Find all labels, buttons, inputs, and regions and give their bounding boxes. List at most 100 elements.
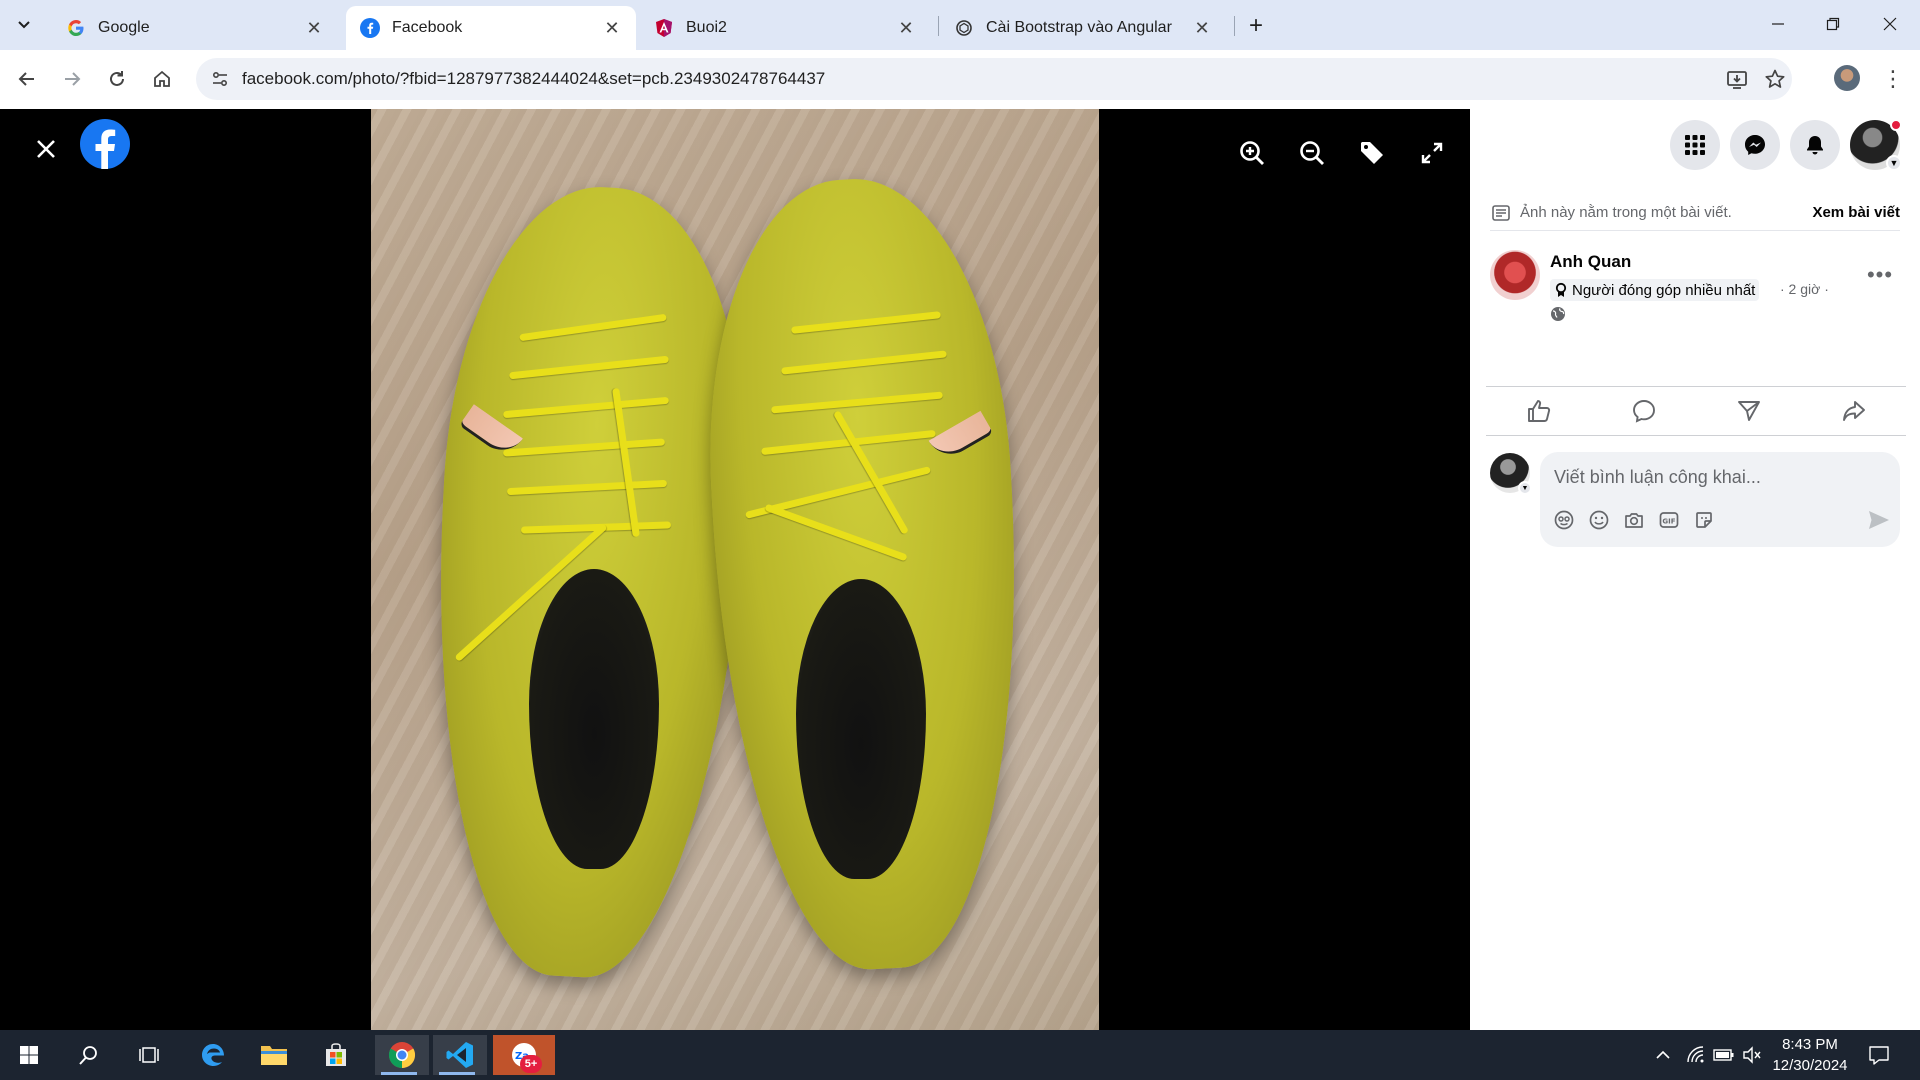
minimize-button[interactable] — [1758, 8, 1798, 40]
taskbar-vscode[interactable] — [433, 1035, 487, 1075]
network-icon[interactable] — [1685, 1044, 1707, 1066]
forward-button[interactable] — [55, 62, 89, 96]
comment-button[interactable] — [1591, 387, 1696, 435]
chevron-down-icon[interactable]: ▼ — [1518, 481, 1532, 495]
shoe-opening-left — [529, 569, 659, 869]
minimize-icon — [1772, 23, 1784, 25]
tab-title: Facebook — [392, 19, 463, 36]
share-button[interactable] — [1801, 387, 1906, 435]
back-button[interactable] — [10, 62, 44, 96]
send-icon — [1737, 401, 1760, 421]
expand-icon — [1421, 142, 1443, 164]
install-app-icon[interactable] — [1724, 66, 1750, 92]
browser-profile-avatar[interactable] — [1834, 65, 1860, 91]
thumbs-up-icon — [1527, 400, 1550, 422]
zoom-out-button[interactable] — [1292, 133, 1332, 173]
active-indicator — [381, 1072, 417, 1075]
camera-icon[interactable] — [1622, 508, 1646, 532]
zoom-in-button[interactable] — [1232, 133, 1272, 173]
tab-bootstrap-angular[interactable]: Cài Bootstrap vào Angular ✕ — [940, 6, 1226, 50]
taskbar-zalo[interactable]: Za 5+ — [493, 1035, 555, 1075]
taskbar-file-explorer[interactable] — [250, 1035, 298, 1075]
post-photo[interactable] — [371, 109, 1099, 1030]
sticker-icon[interactable] — [1692, 508, 1716, 532]
fullscreen-button[interactable] — [1412, 133, 1452, 173]
messenger-icon — [1745, 135, 1765, 155]
badge-label: Người đóng góp nhiều nhất — [1572, 281, 1756, 299]
tab-title: Cài Bootstrap vào Angular — [986, 19, 1172, 36]
taskbar-clock[interactable]: 8:43 PM 12/30/2024 — [1760, 1034, 1860, 1076]
clock-time: 8:43 PM — [1782, 1036, 1838, 1053]
tab-facebook[interactable]: Facebook ✕ — [346, 6, 636, 50]
messenger-button[interactable] — [1730, 120, 1780, 170]
svg-text:GIF: GIF — [1662, 518, 1675, 526]
post-side-panel: ▼ Ảnh này nằm trong một bài viết. Xem bà… — [1470, 109, 1920, 1030]
close-icon[interactable]: ✕ — [602, 18, 622, 38]
close-icon[interactable]: ✕ — [896, 18, 916, 38]
taskbar-edge[interactable] — [189, 1035, 237, 1075]
author-avatar[interactable] — [1490, 250, 1540, 300]
arrow-left-icon — [18, 72, 34, 86]
restore-button[interactable] — [1813, 8, 1853, 40]
avatar-sticker-icon[interactable] — [1552, 508, 1576, 532]
close-icon[interactable]: ✕ — [304, 18, 324, 38]
post-time[interactable]: · 2 giờ · — [1780, 281, 1829, 297]
facebook-icon — [95, 129, 116, 169]
send-message-button[interactable] — [1696, 387, 1801, 435]
home-icon — [154, 70, 170, 87]
search-button[interactable] — [65, 1035, 113, 1075]
chevron-down-icon[interactable]: ▼ — [1886, 155, 1902, 171]
tab-separator — [938, 16, 939, 36]
top-contributor-badge[interactable]: Người đóng góp nhiều nhất — [1550, 279, 1760, 301]
address-bar[interactable]: facebook.com/photo/?fbid=128797738244402… — [196, 58, 1792, 100]
facebook-logo[interactable] — [80, 119, 130, 169]
photo-viewer — [0, 109, 1470, 1030]
close-window-button[interactable] — [1870, 8, 1910, 40]
chevron-down-icon — [18, 21, 30, 29]
active-indicator — [439, 1072, 475, 1075]
action-center-icon[interactable] — [1868, 1044, 1890, 1066]
emoji-icon[interactable] — [1587, 508, 1611, 532]
tag-photo-button[interactable] — [1352, 133, 1392, 173]
more-options-icon[interactable]: ••• — [1862, 257, 1898, 293]
tab-title: Google — [98, 19, 150, 36]
tab-google[interactable]: Google ✕ — [52, 6, 338, 50]
grid-menu-icon — [1685, 135, 1705, 155]
comment-input[interactable] — [1554, 462, 1884, 492]
task-view-button[interactable] — [125, 1035, 173, 1075]
clock-date: 12/30/2024 — [1772, 1057, 1848, 1074]
tab-search-button[interactable] — [6, 8, 42, 42]
battery-icon[interactable] — [1713, 1044, 1735, 1066]
view-post-link[interactable]: Xem bài viết — [1812, 204, 1900, 221]
reload-button[interactable] — [100, 62, 134, 96]
tag-icon — [1361, 142, 1383, 164]
chatgpt-icon — [954, 18, 974, 38]
send-comment-icon[interactable] — [1866, 508, 1892, 532]
facebook-icon — [360, 18, 380, 38]
close-icon[interactable]: ✕ — [1192, 18, 1212, 38]
new-tab-button[interactable]: + — [1242, 12, 1270, 40]
menu-button[interactable] — [1670, 120, 1720, 170]
bookmark-star-icon[interactable] — [1762, 66, 1788, 92]
start-button[interactable] — [5, 1035, 53, 1075]
site-info-icon[interactable] — [208, 67, 232, 91]
tray-chevron-icon[interactable] — [1652, 1044, 1674, 1066]
home-button[interactable] — [145, 62, 179, 96]
close-viewer-button[interactable] — [28, 131, 64, 167]
like-button[interactable] — [1486, 387, 1591, 435]
tab-buoi2[interactable]: Buoi2 ✕ — [640, 6, 930, 50]
browser-menu-icon[interactable]: ⋮ — [1880, 64, 1906, 94]
browser-toolbar: facebook.com/photo/?fbid=128797738244402… — [0, 50, 1920, 109]
post-icon — [1490, 202, 1512, 224]
url-text[interactable]: facebook.com/photo/?fbid=128797738244402… — [242, 69, 825, 89]
author-name[interactable]: Anh Quan — [1550, 252, 1631, 272]
taskbar-store[interactable] — [312, 1035, 360, 1075]
notifications-button[interactable] — [1790, 120, 1840, 170]
zalo-badge: 5+ — [520, 1055, 542, 1073]
gif-icon[interactable]: GIF — [1657, 508, 1681, 532]
folder-icon — [261, 1046, 287, 1065]
taskbar-chrome[interactable] — [375, 1035, 429, 1075]
globe-icon — [1550, 306, 1566, 322]
search-icon — [79, 1046, 97, 1065]
edge-icon — [202, 1044, 224, 1066]
